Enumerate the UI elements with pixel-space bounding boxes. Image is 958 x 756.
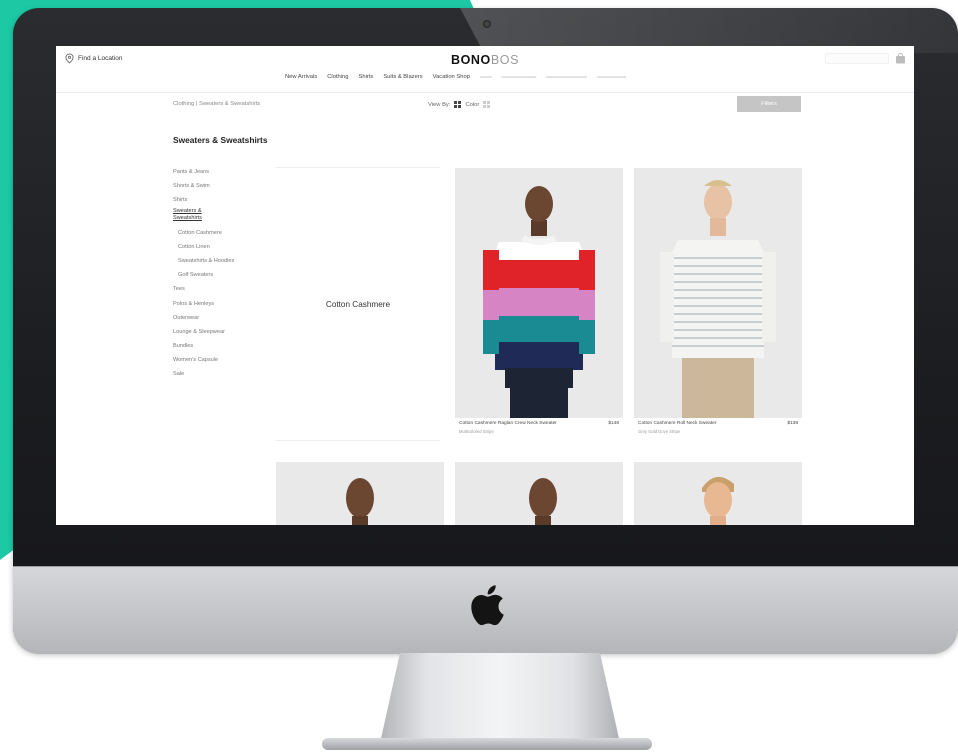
nav-item-suits-blazers[interactable]: Suits & Blazers: [383, 74, 422, 80]
product-price: $138: [787, 421, 798, 426]
page-title: Sweaters & Sweatshirts: [173, 135, 268, 145]
nav-item-new-arrivals[interactable]: New Arrivals: [285, 74, 317, 80]
sidebar-item-womens-capsule[interactable]: Women's Capsule: [173, 353, 234, 367]
nav-item-faded-3[interactable]: ▬▬▬▬▬▬▬: [546, 74, 587, 80]
logo-bold: BONO: [450, 53, 491, 67]
nav-item-shirts[interactable]: Shirts: [359, 74, 374, 80]
product-image-row2-1[interactable]: [276, 462, 444, 525]
nav-item-clothing[interactable]: Clothing: [327, 74, 348, 80]
view-by-control: View By: Color: [428, 101, 491, 108]
product-color: Multicolored Stripe: [459, 429, 494, 434]
product-image-roll-neck-sweater[interactable]: [634, 168, 802, 418]
header-actions: [825, 53, 906, 64]
product-image-row2-3[interactable]: [634, 462, 802, 525]
sidebar-item-pants-jeans[interactable]: Pants & Jeans: [173, 165, 234, 179]
sidebar-item-shorts-swim[interactable]: Shorts & Swim: [173, 179, 234, 193]
imac-stand: [380, 653, 620, 743]
alt-view-icon[interactable]: [483, 101, 491, 108]
product-card[interactable]: Cotton Cashmere Raglan Crew Neck Sweater…: [455, 168, 623, 458]
imac-stand-base: [322, 738, 652, 750]
view-by-label: View By:: [428, 101, 451, 108]
product-image-row2-2[interactable]: [455, 462, 623, 525]
grid-view-icon[interactable]: [454, 101, 462, 108]
sidebar-item-tees[interactable]: Tees: [173, 282, 234, 296]
product-color: Grey Gold Dove Stripe: [638, 429, 681, 434]
sidebar-item-sale[interactable]: Sale: [173, 367, 234, 381]
sidebar-item-sweatshirts-hoodies[interactable]: Sweatshirts & Hoodies: [173, 254, 234, 268]
grid-view-label[interactable]: Color: [465, 102, 479, 108]
main-nav: New Arrivals Clothing Shirts Suits & Bla…: [285, 74, 626, 80]
bonobos-logo[interactable]: BONOBOS: [56, 53, 914, 67]
product-name[interactable]: Cotton Cashmere Roll Neck Sweater: [638, 421, 716, 426]
site-header: Find a Location BONOBOS New Arrivals Clo…: [56, 46, 914, 93]
nav-item-faded-1[interactable]: ▬▬: [480, 74, 492, 80]
feature-tile-cotton-cashmere[interactable]: Cotton Cashmere: [276, 167, 440, 441]
category-sidebar: Pants & Jeans Shorts & Swim Shirts Sweat…: [173, 165, 234, 382]
sidebar-item-bundles[interactable]: Bundles: [173, 339, 234, 353]
search-input[interactable]: [825, 53, 889, 64]
product-image-raglan-sweater[interactable]: [455, 168, 623, 418]
logo-light: BOS: [490, 53, 520, 67]
website-screen: Find a Location BONOBOS New Arrivals Clo…: [56, 46, 914, 525]
feature-tile-label: Cotton Cashmere: [325, 299, 391, 309]
breadcrumb[interactable]: Clothing | Sweaters & Sweatshirts: [173, 101, 260, 107]
sidebar-item-lounge-sleepwear[interactable]: Lounge & Sleepwear: [173, 325, 234, 339]
nav-item-faded-4[interactable]: ▬▬▬▬▬: [597, 74, 626, 80]
product-card[interactable]: Cotton Cashmere Roll Neck Sweater Grey G…: [634, 168, 802, 458]
sidebar-item-cotton-cashmere[interactable]: Cotton Cashmere: [173, 226, 234, 240]
shopping-bag-icon[interactable]: [895, 53, 906, 64]
sidebar-item-shirts[interactable]: Shirts: [173, 193, 234, 207]
sidebar-item-sweaters-sweatshirts[interactable]: Sweaters & Sweatshirts: [173, 208, 221, 226]
sidebar-item-outerwear[interactable]: Outerwear: [173, 311, 234, 325]
product-price: $148: [608, 421, 619, 426]
sidebar-item-golf-sweaters[interactable]: Golf Sweaters: [173, 268, 234, 282]
product-name[interactable]: Cotton Cashmere Raglan Crew Neck Sweater: [459, 421, 557, 426]
nav-item-vacation-shop[interactable]: Vacation Shop: [433, 74, 470, 80]
nav-item-faded-2[interactable]: ▬▬▬▬▬▬: [502, 74, 537, 80]
filters-button[interactable]: Filters: [737, 96, 801, 112]
apple-logo-icon: [471, 585, 504, 626]
sidebar-item-polos-henleys[interactable]: Polos & Henleys: [173, 297, 234, 311]
camera-icon: [483, 20, 491, 28]
sidebar-item-cotton-linen[interactable]: Cotton Linen: [173, 240, 234, 254]
